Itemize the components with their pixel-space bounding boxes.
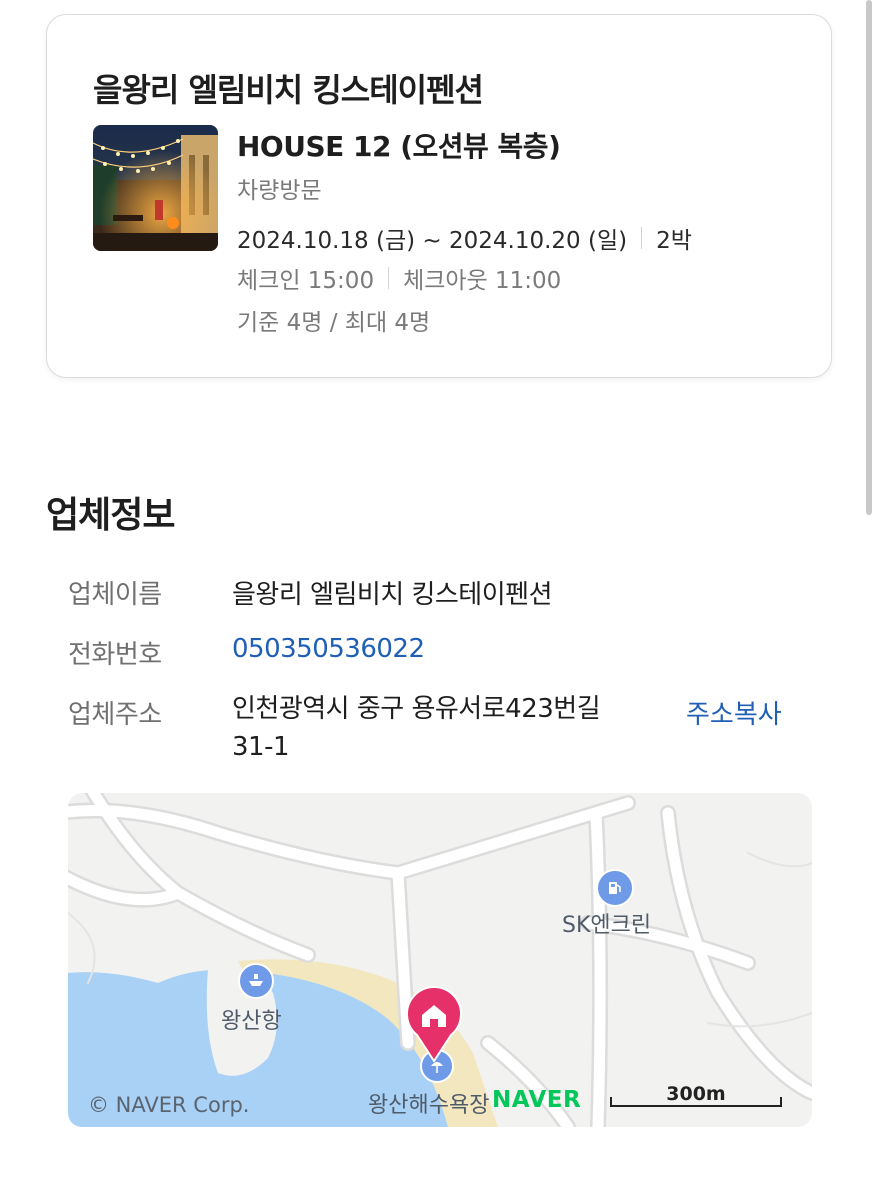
gas-station-icon (596, 869, 634, 907)
capacity: 기준 4명 / 최대 4명 (237, 310, 431, 336)
property-name: 을왕리 엘림비치 킹스테이펜션 (93, 71, 484, 109)
nights-count: 2박 (656, 228, 692, 254)
address-value: 인천광역시 중구 용유서로423번길 31-1 (232, 694, 601, 762)
stay-dates-row: 2024.10.18 (금) ~ 2024.10.20 (일) 2박 (237, 221, 692, 255)
check-out-time: 체크아웃 11:00 (403, 268, 562, 294)
address-label: 업체주소 (68, 700, 162, 730)
home-marker-icon[interactable] (403, 983, 465, 1063)
business-name-value: 을왕리 엘림비치 킹스테이펜션 (232, 580, 553, 610)
booking-summary-card: 을왕리 엘림비치 킹스테이펜션 HOUSE 12 (오션뷰 복층) 차량방문 2… (46, 14, 832, 378)
naver-logo: NAVER (492, 1087, 582, 1113)
map-scale-bar (610, 1097, 782, 1107)
location-map[interactable]: SK엔크린 왕산항 왕산해수욕장 © NAVER Corp. NAVER 300… (68, 793, 812, 1127)
map-label-gas-station[interactable]: SK엔크린 (562, 907, 651, 939)
room-name: HOUSE 12 (오션뷰 복층) (237, 130, 561, 163)
visit-type: 차량방문 (237, 178, 322, 204)
scrollbar[interactable] (866, 0, 872, 515)
section-title: 업체정보 (46, 495, 175, 536)
copy-address-button[interactable]: 주소복사 (686, 694, 782, 731)
ship-icon (238, 963, 274, 999)
map-scale: 300m (610, 1083, 782, 1111)
divider (641, 227, 643, 249)
business-name-label: 업체이름 (68, 580, 162, 610)
map-label-port[interactable]: 왕산항 (221, 1003, 282, 1035)
map-copyright: © NAVER Corp. (88, 1093, 250, 1117)
phone-label: 전화번호 (68, 640, 162, 670)
map-label-beach[interactable]: 왕산해수욕장 (368, 1087, 489, 1119)
room-photo-image (93, 125, 218, 251)
phone-link[interactable]: 050350536022 (232, 634, 425, 664)
check-times-row: 체크인 15:00 체크아웃 11:00 (237, 261, 561, 295)
divider (388, 267, 390, 289)
stay-dates: 2024.10.18 (금) ~ 2024.10.20 (일) (237, 228, 628, 254)
check-in-time: 체크인 15:00 (237, 268, 375, 294)
room-thumbnail[interactable] (93, 125, 218, 251)
